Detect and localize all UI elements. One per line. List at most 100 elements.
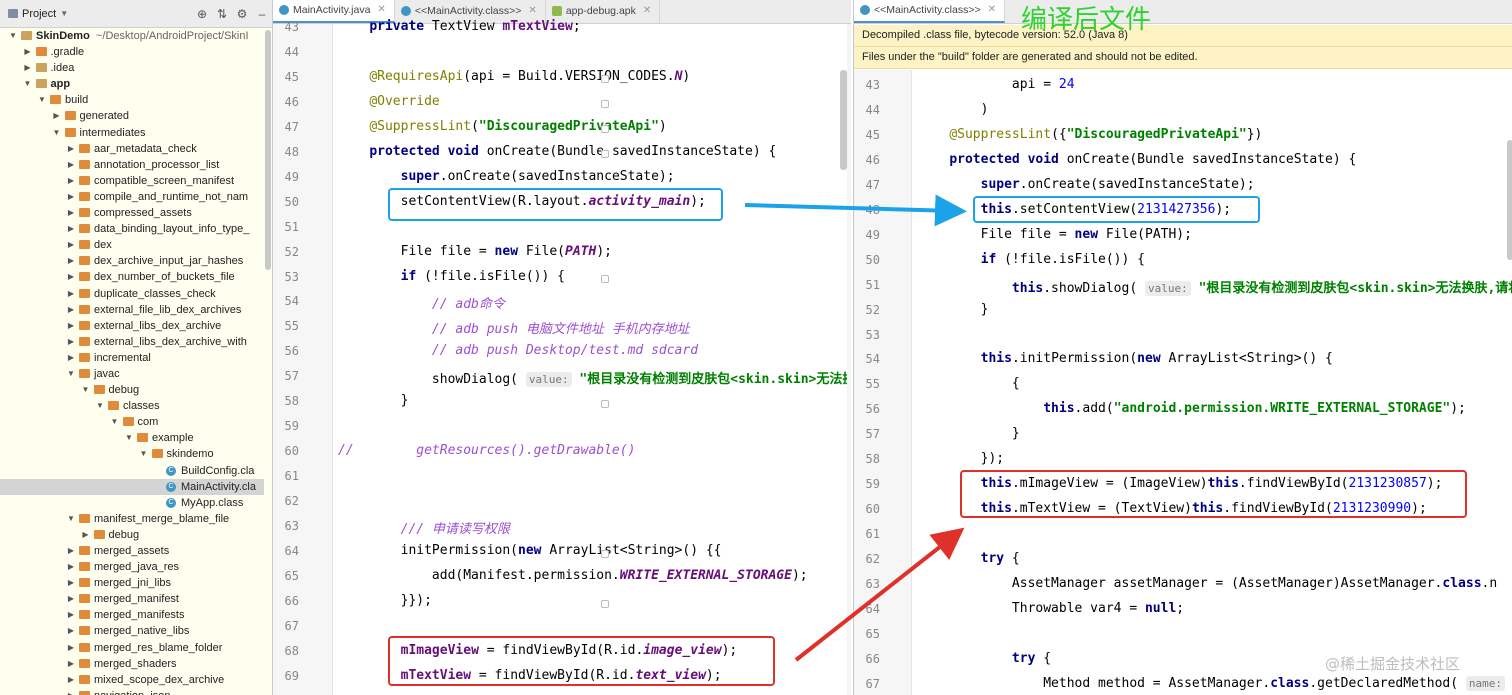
chevron-right-icon[interactable]: ▶: [66, 221, 76, 237]
chevron-down-icon[interactable]: ▼: [23, 76, 33, 92]
chevron-right-icon[interactable]: ▶: [23, 60, 33, 76]
tree-item[interactable]: ▶ data_binding_layout_info_type_: [0, 221, 264, 237]
chevron-down-icon[interactable]: ▼: [81, 382, 91, 398]
tree-item[interactable]: C MyApp.class: [0, 495, 264, 511]
chevron-down-icon[interactable]: ▼: [66, 366, 76, 382]
fold-icon[interactable]: [601, 550, 609, 558]
tree-item[interactable]: ▼ classes: [0, 398, 264, 414]
tree-item[interactable]: ▼ app: [0, 76, 264, 92]
tree-item[interactable]: ▶ mixed_scope_dex_archive: [0, 672, 264, 688]
tree-item[interactable]: ▶ dex_number_of_buckets_file: [0, 269, 264, 285]
tree-item[interactable]: ▶ merged_manifest: [0, 591, 264, 607]
tree-item[interactable]: ▶ external_file_lib_dex_archives: [0, 302, 264, 318]
chevron-right-icon[interactable]: ▶: [66, 607, 76, 623]
chevron-down-icon[interactable]: ▼: [110, 414, 120, 430]
scrollbar[interactable]: [840, 70, 847, 170]
tree-item[interactable]: ▶ external_libs_dex_archive_with: [0, 334, 264, 350]
chevron-right-icon[interactable]: ▶: [66, 623, 76, 639]
tree-item[interactable]: ▶ compile_and_runtime_not_nam: [0, 189, 264, 205]
chevron-right-icon[interactable]: ▶: [66, 286, 76, 302]
hide-icon[interactable]: –: [252, 7, 272, 21]
chevron-right-icon[interactable]: ▶: [66, 688, 76, 695]
chevron-down-icon[interactable]: ▼: [37, 92, 47, 108]
tree-item[interactable]: C MainActivity.cla: [0, 478, 264, 495]
fold-icon[interactable]: [601, 400, 609, 408]
fold-icon[interactable]: [601, 75, 609, 83]
project-view-icon[interactable]: [8, 9, 18, 18]
tree-item[interactable]: ▶ incremental: [0, 350, 264, 366]
tree-item[interactable]: ▶ .idea: [0, 60, 264, 76]
tree-item[interactable]: ▶ merged_jni_libs: [0, 575, 264, 591]
chevron-right-icon[interactable]: ▶: [66, 318, 76, 334]
tree-item[interactable]: ▼ build: [0, 92, 264, 108]
close-icon[interactable]: ✕: [988, 0, 996, 22]
tree-item[interactable]: ▶ aar_metadata_check: [0, 141, 264, 157]
chevron-right-icon[interactable]: ▶: [66, 591, 76, 607]
chevron-right-icon[interactable]: ▶: [66, 253, 76, 269]
chevron-right-icon[interactable]: ▶: [66, 302, 76, 318]
chevron-down-icon[interactable]: ▼: [8, 28, 18, 44]
fold-icon[interactable]: [601, 125, 609, 133]
tree-item[interactable]: ▶ dex: [0, 237, 264, 253]
chevron-right-icon[interactable]: ▶: [66, 543, 76, 559]
tree-item[interactable]: ▼ com: [0, 414, 264, 430]
chevron-right-icon[interactable]: ▶: [66, 640, 76, 656]
tree-item[interactable]: ▼ debug: [0, 382, 264, 398]
chevron-right-icon[interactable]: ▶: [66, 157, 76, 173]
chevron-down-icon[interactable]: ▼: [60, 9, 68, 18]
tree-item[interactable]: ▼ example: [0, 430, 264, 446]
fold-icon[interactable]: [601, 100, 609, 108]
chevron-down-icon[interactable]: ▼: [66, 511, 76, 527]
chevron-right-icon[interactable]: ▶: [66, 205, 76, 221]
tree-item[interactable]: ▼ manifest_merge_blame_file: [0, 511, 264, 527]
gear-icon[interactable]: ⚙: [232, 7, 252, 21]
tree-item[interactable]: ▶ merged_res_blame_folder: [0, 640, 264, 656]
tree-item[interactable]: ▼ javac: [0, 366, 264, 382]
tree-item[interactable]: ▶ merged_native_libs: [0, 623, 264, 639]
tab-mainactivity-class[interactable]: <<MainActivity.class>> ✕: [854, 0, 1005, 23]
tree-item[interactable]: ▶ debug: [0, 527, 264, 543]
scrollbar[interactable]: [265, 30, 271, 270]
chevron-right-icon[interactable]: ▶: [66, 672, 76, 688]
tree-item[interactable]: ▶ generated: [0, 108, 264, 124]
tree-item[interactable]: ▶ dex_archive_input_jar_hashes: [0, 253, 264, 269]
fold-icon[interactable]: [601, 275, 609, 283]
scrollbar[interactable]: [1507, 140, 1512, 260]
tree-item[interactable]: C BuildConfig.cla: [0, 463, 264, 479]
chevron-right-icon[interactable]: ▶: [66, 173, 76, 189]
tree-item[interactable]: ▶ merged_assets: [0, 543, 264, 559]
tree-item[interactable]: ▶ merged_manifests: [0, 607, 264, 623]
chevron-down-icon[interactable]: ▼: [52, 125, 62, 141]
chevron-right-icon[interactable]: ▶: [52, 108, 62, 124]
tree-item[interactable]: ▶ compatible_screen_manifest: [0, 173, 264, 189]
tree-item[interactable]: ▼ skindemo: [0, 446, 264, 462]
locate-icon[interactable]: ⊕: [192, 7, 212, 21]
chevron-right-icon[interactable]: ▶: [66, 237, 76, 253]
tree-item[interactable]: ▶ merged_shaders: [0, 656, 264, 672]
fold-icon[interactable]: [601, 600, 609, 608]
chevron-right-icon[interactable]: ▶: [66, 350, 76, 366]
tree-item[interactable]: ▼ SkinDemo ~/Desktop/AndroidProject/SkinI: [0, 28, 264, 44]
fold-icon[interactable]: [601, 150, 609, 158]
tree-item[interactable]: ▼ intermediates: [0, 125, 264, 141]
collapse-icon[interactable]: ⇅: [212, 7, 232, 21]
chevron-right-icon[interactable]: ▶: [66, 334, 76, 350]
tree-item[interactable]: ▶ navigation_json: [0, 688, 264, 695]
chevron-right-icon[interactable]: ▶: [66, 575, 76, 591]
chevron-down-icon[interactable]: ▼: [139, 446, 149, 462]
chevron-right-icon[interactable]: ▶: [81, 527, 91, 543]
tree-item[interactable]: ▶ merged_java_res: [0, 559, 264, 575]
chevron-right-icon[interactable]: ▶: [66, 189, 76, 205]
tree-item[interactable]: ▶ annotation_processor_list: [0, 157, 264, 173]
tree-item[interactable]: ▶ external_libs_dex_archive: [0, 318, 264, 334]
close-icon[interactable]: ✕: [643, 0, 651, 23]
chevron-right-icon[interactable]: ▶: [66, 656, 76, 672]
chevron-down-icon[interactable]: ▼: [124, 430, 134, 446]
chevron-down-icon[interactable]: ▼: [95, 398, 105, 414]
chevron-right-icon[interactable]: ▶: [66, 269, 76, 285]
chevron-right-icon[interactable]: ▶: [66, 559, 76, 575]
tree-item[interactable]: ▶ .gradle: [0, 44, 264, 60]
project-view-selector[interactable]: Project: [22, 8, 56, 20]
chevron-right-icon[interactable]: ▶: [66, 141, 76, 157]
tree-item[interactable]: ▶ duplicate_classes_check: [0, 286, 264, 302]
